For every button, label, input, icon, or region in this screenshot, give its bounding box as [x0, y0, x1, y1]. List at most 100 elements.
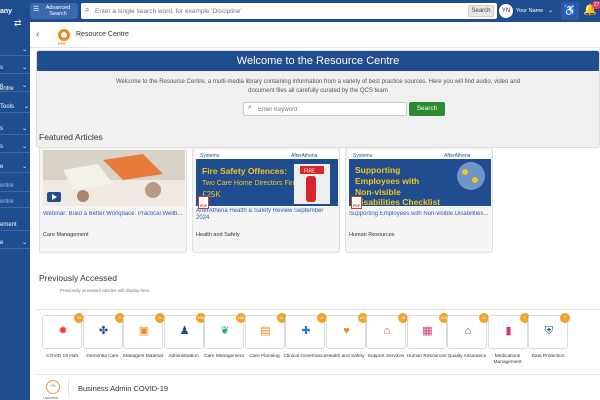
card-category: Health and Safety	[196, 232, 240, 238]
sidebar-item-label: ement	[0, 222, 17, 228]
sidebar-item-9[interactable]: entre	[0, 180, 30, 192]
advanced-search-label: Advanced Search	[45, 5, 71, 17]
previously-accessed-title: Previously Accessed	[39, 273, 117, 283]
featured-card-3[interactable]: Systems AfterAthena Supporting Employees…	[345, 147, 493, 253]
thumb-sign: FIRE	[304, 169, 316, 175]
sidebar-item-label: s	[0, 126, 3, 132]
pill-icon: ▮	[505, 325, 512, 337]
house-icon: ⌂	[383, 325, 391, 337]
category-tile[interactable]: ▣ 1	[123, 313, 165, 349]
top-bar: ☰ Advanced Search ⌕ Search YN Your Name …	[30, 0, 600, 22]
chevron-down-icon[interactable]: ⌄	[548, 7, 553, 14]
progress-circle: 0%	[46, 380, 60, 394]
category-tiles: ✹ 38 COVID 19 Hub ✤ 3 Dementia Care ▣ 1 Managers…	[36, 309, 600, 369]
accessibility-icon[interactable]: ♿	[561, 2, 579, 20]
chevron-down-icon: ⌄	[22, 240, 28, 246]
welcome-description: Welcome to the Resource Centre, a multi-…	[115, 79, 521, 94]
featured-title: Featured Articles	[39, 132, 103, 142]
card-title[interactable]: Supporting Employees with Non-visible Di…	[349, 211, 491, 217]
sidebar-item-10[interactable]: entre	[0, 196, 30, 208]
chevron-down-icon: ⌄	[22, 144, 28, 150]
card-title-text: AfterAthena Health & Safety Review Septe…	[196, 208, 324, 221]
category-tile[interactable]: ♥ 64	[325, 313, 368, 349]
breadcrumb: ‹ PDF Resource Centre	[30, 22, 600, 48]
avatar[interactable]: YN	[499, 4, 513, 18]
thumb-heading: Fire Safety Offences:	[202, 166, 287, 176]
welcome-panel: Welcome to the Resource Centre Welcome t…	[36, 50, 600, 148]
category-tile[interactable]: ♟ 135	[163, 313, 206, 349]
category-tile[interactable]: ✹ 38	[42, 313, 84, 349]
thumb-tag: AfterAthena	[291, 153, 318, 159]
card-thumbnail: Systems AfterAthena Fire Safety Offences…	[196, 150, 338, 206]
card-category: Human Resources	[349, 232, 395, 238]
chevron-down-icon: ⌄	[22, 126, 28, 132]
covid-updates-row[interactable]: 0% Updates Business Admin COVID-19	[36, 374, 600, 400]
sidebar-item-12[interactable]: e ⌄	[0, 237, 30, 249]
sidebar-item-11[interactable]: ement	[0, 219, 30, 231]
resource-centre-logo	[58, 29, 70, 41]
thumb-brand: Systems	[353, 153, 373, 159]
category-tile[interactable]: ▮ 5	[487, 313, 530, 349]
featured-card-1[interactable]: Webinar: Build a Better Workplace: Pract…	[39, 147, 187, 253]
chevron-down-icon: ⌄	[22, 65, 28, 71]
search-icon: ⌕	[85, 5, 90, 14]
sliders-icon: ☰	[33, 6, 40, 13]
card-thumbnail	[43, 150, 185, 206]
category-tile[interactable]: ✤ 3	[82, 313, 125, 349]
category-tile[interactable]: ⌂ 12	[447, 313, 489, 349]
home-star-icon: ⌂	[464, 325, 472, 337]
global-search-input[interactable]	[95, 5, 455, 17]
category-label[interactable]: Data Protection	[523, 354, 573, 360]
sidebar-item-6[interactable]: s ⌄	[0, 123, 30, 135]
sidebar-item-label: entre	[0, 183, 14, 189]
sidebar-item-label: e	[0, 164, 4, 170]
featured-card-2[interactable]: Systems AfterAthena Fire Safety Offences…	[192, 147, 340, 253]
brain-icon: ✤	[98, 325, 109, 337]
keyword-search-button[interactable]: Search	[409, 102, 445, 116]
sidebar-item-label: entre	[0, 199, 14, 205]
sidebar-swap-icon[interactable]: ⇄	[14, 18, 28, 28]
logo-caption: PDF	[58, 41, 66, 46]
svg-text:Employees with: Employees with	[355, 176, 419, 186]
user-name[interactable]: Your Name	[516, 8, 543, 14]
sidebar-item-label: entre	[0, 86, 14, 92]
global-search: ⌕ Search	[81, 3, 497, 19]
planning-icon: ▤	[260, 325, 271, 337]
global-search-button[interactable]: Search	[468, 5, 494, 17]
previously-accessed-note: Previously accessed articles will displa…	[60, 288, 151, 293]
thumb-tag: AfterAthena	[444, 153, 471, 159]
category-tile[interactable]: ▤ 41	[244, 313, 287, 349]
app-root: any ⇄ ⌄ s ⌄ e ⌄ entre Tools ⌄ s ⌄ s ⌄ e ⌄ entr…	[0, 0, 600, 400]
covid-row-title[interactable]: Business Admin COVID-19	[78, 384, 168, 393]
card-category: Care Management	[43, 232, 89, 238]
heart-icon: ♥	[343, 325, 350, 337]
category-tile[interactable]: ⌂ 16	[366, 313, 408, 349]
card-title[interactable]: Webinar: Build a Better Workplace: Pract…	[43, 211, 185, 217]
category-tile[interactable]: ▦ 105	[406, 313, 449, 349]
sidebar-item-1[interactable]: ⌄	[0, 44, 30, 56]
sidebar-brand: any	[0, 8, 13, 15]
thumb-brand: Systems	[200, 153, 220, 159]
sidebar-item-2[interactable]: s ⌄	[0, 62, 30, 74]
sidebar-item-8[interactable]: e ⌄	[0, 161, 30, 173]
category-tile[interactable]: ✚ 6	[285, 313, 327, 349]
card-title[interactable]: AfterAthena Health & Safety Review Septe…	[196, 208, 338, 222]
back-arrow-icon[interactable]: ‹	[36, 29, 39, 40]
category-tile[interactable]: ⛨ 7	[528, 313, 570, 349]
keyword-input[interactable]	[258, 105, 398, 114]
virus-icon: ✹	[58, 325, 68, 337]
sidebar-item-5[interactable]: Tools ⌄	[0, 101, 30, 113]
divider	[68, 378, 69, 398]
advanced-search-button[interactable]: ☰ Advanced Search	[30, 3, 78, 19]
notification-badge: 27	[592, 1, 600, 9]
sidebar-item-7[interactable]: s ⌄	[0, 141, 30, 153]
sidebar-item-label: s	[0, 144, 3, 150]
sidebar-item-4[interactable]: entre	[0, 83, 30, 95]
card-thumbnail: Systems AfterAthena Supporting Employees…	[349, 150, 491, 206]
shield-icon: ⛨	[544, 325, 554, 337]
sidebar-item-label: Tools	[0, 104, 15, 110]
sidebar-item-label: e	[0, 240, 4, 246]
category-tile[interactable]: ❦ 168	[204, 313, 246, 349]
sidebar-item-label: s	[0, 65, 3, 71]
sidebar: any ⇄ ⌄ s ⌄ e ⌄ entre Tools ⌄ s ⌄ s ⌄ e ⌄ entr…	[0, 0, 30, 400]
